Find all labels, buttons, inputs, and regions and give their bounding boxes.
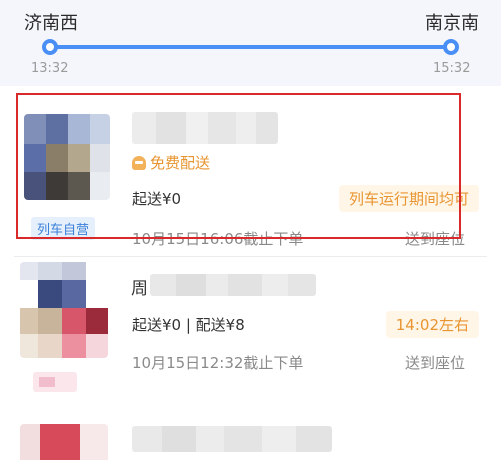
shop-thumbnail <box>20 424 108 460</box>
arrival-station: 南京南 <box>425 13 479 34</box>
shop-tag-blurred <box>33 372 77 392</box>
shop-card[interactable]: 周 起送¥0 | 配送¥8 14:02左右 10月15日12:32截止下单 送到… <box>0 258 501 408</box>
delivery-person-icon <box>132 155 146 170</box>
order-cutoff-text: 10月15日12:32截止下单 <box>132 354 304 372</box>
shop-name-first-char: 周 <box>131 279 148 299</box>
departure-time: 13:32 <box>31 61 69 76</box>
shop-name-blurred <box>132 112 278 144</box>
shop-card[interactable]: 免费配送 起送¥0 列车运行期间均可 列车自营 10月15日16:06截止下单 … <box>0 90 501 252</box>
arrival-node-icon <box>443 39 459 55</box>
eta-badge: 14:02左右 <box>385 311 479 338</box>
deliver-to-seat-text: 送到座位 <box>404 230 465 248</box>
arrival-time: 15:32 <box>433 61 471 76</box>
train-food-order-page: 济南西 南京南 13:32 15:32 免费配送 起送¥0 列车运行期间均可 列… <box>0 0 501 460</box>
route-header: 济南西 南京南 13:32 15:32 <box>0 0 501 86</box>
departure-node-icon <box>42 39 58 55</box>
shop-thumbnail <box>20 262 108 358</box>
delivery-fee-text: 起送¥0 | 配送¥8 <box>132 316 245 334</box>
shop-thumbnail <box>24 114 110 200</box>
deliver-to-seat-text: 送到座位 <box>404 354 465 372</box>
departure-station: 济南西 <box>24 13 78 34</box>
shop-name-blurred <box>132 426 332 452</box>
route-track-line <box>50 45 451 49</box>
order-cutoff-text: 10月15日16:06截止下单 <box>132 230 304 248</box>
free-delivery-text: 免费配送 <box>150 154 211 172</box>
free-delivery-label: 免费配送 <box>132 152 210 173</box>
shop-card[interactable] <box>0 412 501 460</box>
self-operated-tag: 列车自营 <box>31 217 96 240</box>
eta-badge: 列车运行期间均可 <box>338 185 479 212</box>
shop-name-blurred <box>150 274 316 296</box>
min-order-text: 起送¥0 <box>132 190 182 208</box>
card-divider <box>14 256 487 257</box>
